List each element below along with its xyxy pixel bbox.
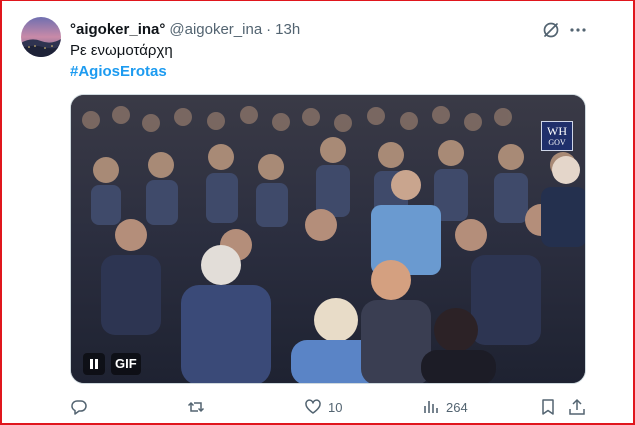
tweet-header: °aigoker_ina° @aigoker_ina · 13h (70, 18, 300, 40)
crowd-image (71, 95, 585, 383)
reply-icon (71, 400, 87, 415)
views-count: 264 (446, 399, 468, 415)
timestamp[interactable]: 13h (275, 21, 300, 38)
more-icon[interactable] (568, 20, 588, 40)
gif-badge: GIF (111, 353, 141, 375)
display-name[interactable]: °aigoker_ina° (70, 21, 165, 38)
share-icon (569, 398, 585, 415)
hashtag-link[interactable]: #AgiosErotas (70, 63, 167, 80)
pause-icon[interactable] (83, 353, 105, 375)
tweet-card[interactable]: °aigoker_ina° @aigoker_ina · 13h Ρε ενωμ… (0, 0, 633, 423)
grok-icon[interactable] (541, 20, 561, 40)
like-count: 10 (328, 399, 343, 415)
retweet-icon (187, 401, 205, 413)
share-button[interactable] (568, 398, 586, 416)
avatar[interactable] (21, 17, 61, 57)
gif-controls: GIF (83, 353, 141, 375)
tweet-text: Ρε ενωμοτάρχη (70, 42, 173, 59)
like-button[interactable]: 10 (304, 398, 342, 416)
gif-media[interactable]: WH GOV GIF (70, 94, 586, 384)
bookmark-button[interactable] (539, 398, 557, 416)
like-icon (305, 399, 321, 414)
action-bar: 10 264 (70, 398, 590, 420)
views-button[interactable]: 264 (422, 398, 468, 416)
bookmark-icon (542, 399, 554, 415)
separator-dot: · (266, 20, 272, 38)
wh-gov-watermark: WH GOV (541, 121, 573, 151)
retweet-button[interactable] (187, 398, 211, 416)
user-handle[interactable]: @aigoker_ina (169, 21, 262, 38)
views-icon (424, 401, 438, 413)
reply-button[interactable] (70, 398, 94, 416)
